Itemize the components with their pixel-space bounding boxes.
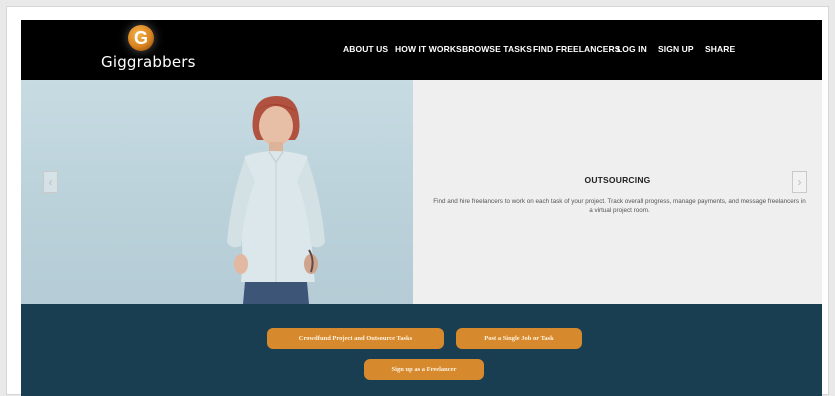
woman-photo bbox=[227, 96, 325, 304]
nav-about-us[interactable]: ABOUT US bbox=[343, 44, 388, 54]
site-container: G Giggrabbers ABOUT US HOW IT WORKS BROW… bbox=[21, 20, 822, 396]
nav-share[interactable]: SHARE bbox=[705, 44, 735, 54]
nav-browse-tasks[interactable]: BROWSE TASKS bbox=[462, 44, 532, 54]
nav-log-in[interactable]: LOG IN bbox=[617, 44, 647, 54]
signup-freelancer-button[interactable]: Sign up as a Freelancer bbox=[364, 359, 484, 380]
slide-panel bbox=[413, 80, 822, 304]
nav-sign-up[interactable]: SIGN UP bbox=[658, 44, 694, 54]
nav-how-it-works[interactable]: HOW IT WORKS bbox=[395, 44, 462, 54]
chevron-left-icon: ‹ bbox=[48, 175, 53, 189]
hero-slider: ‹ › OUTSOURCING Find and hire freelancer… bbox=[21, 80, 822, 304]
cta-band: Crowdfund Project and Outsource Tasks Po… bbox=[21, 304, 822, 396]
browser-frame: G Giggrabbers ABOUT US HOW IT WORKS BROW… bbox=[6, 6, 829, 396]
slider-prev-button[interactable]: ‹ bbox=[43, 171, 58, 193]
crowdfund-project-button[interactable]: Crowdfund Project and Outsource Tasks bbox=[267, 328, 444, 349]
hero-image bbox=[21, 80, 413, 304]
logo-badge-icon: G bbox=[128, 25, 154, 51]
slide-description: Find and hire freelancers to work on eac… bbox=[433, 198, 806, 214]
logo-text: Giggrabbers bbox=[101, 53, 196, 71]
slide-title: OUTSOURCING bbox=[584, 175, 651, 185]
site-header: G Giggrabbers ABOUT US HOW IT WORKS BROW… bbox=[21, 20, 822, 80]
post-single-job-button[interactable]: Post a Single Job or Task bbox=[456, 328, 582, 349]
nav-find-freelancers[interactable]: FIND FREELANCERS bbox=[533, 44, 621, 54]
logo[interactable]: G Giggrabbers bbox=[101, 25, 196, 75]
